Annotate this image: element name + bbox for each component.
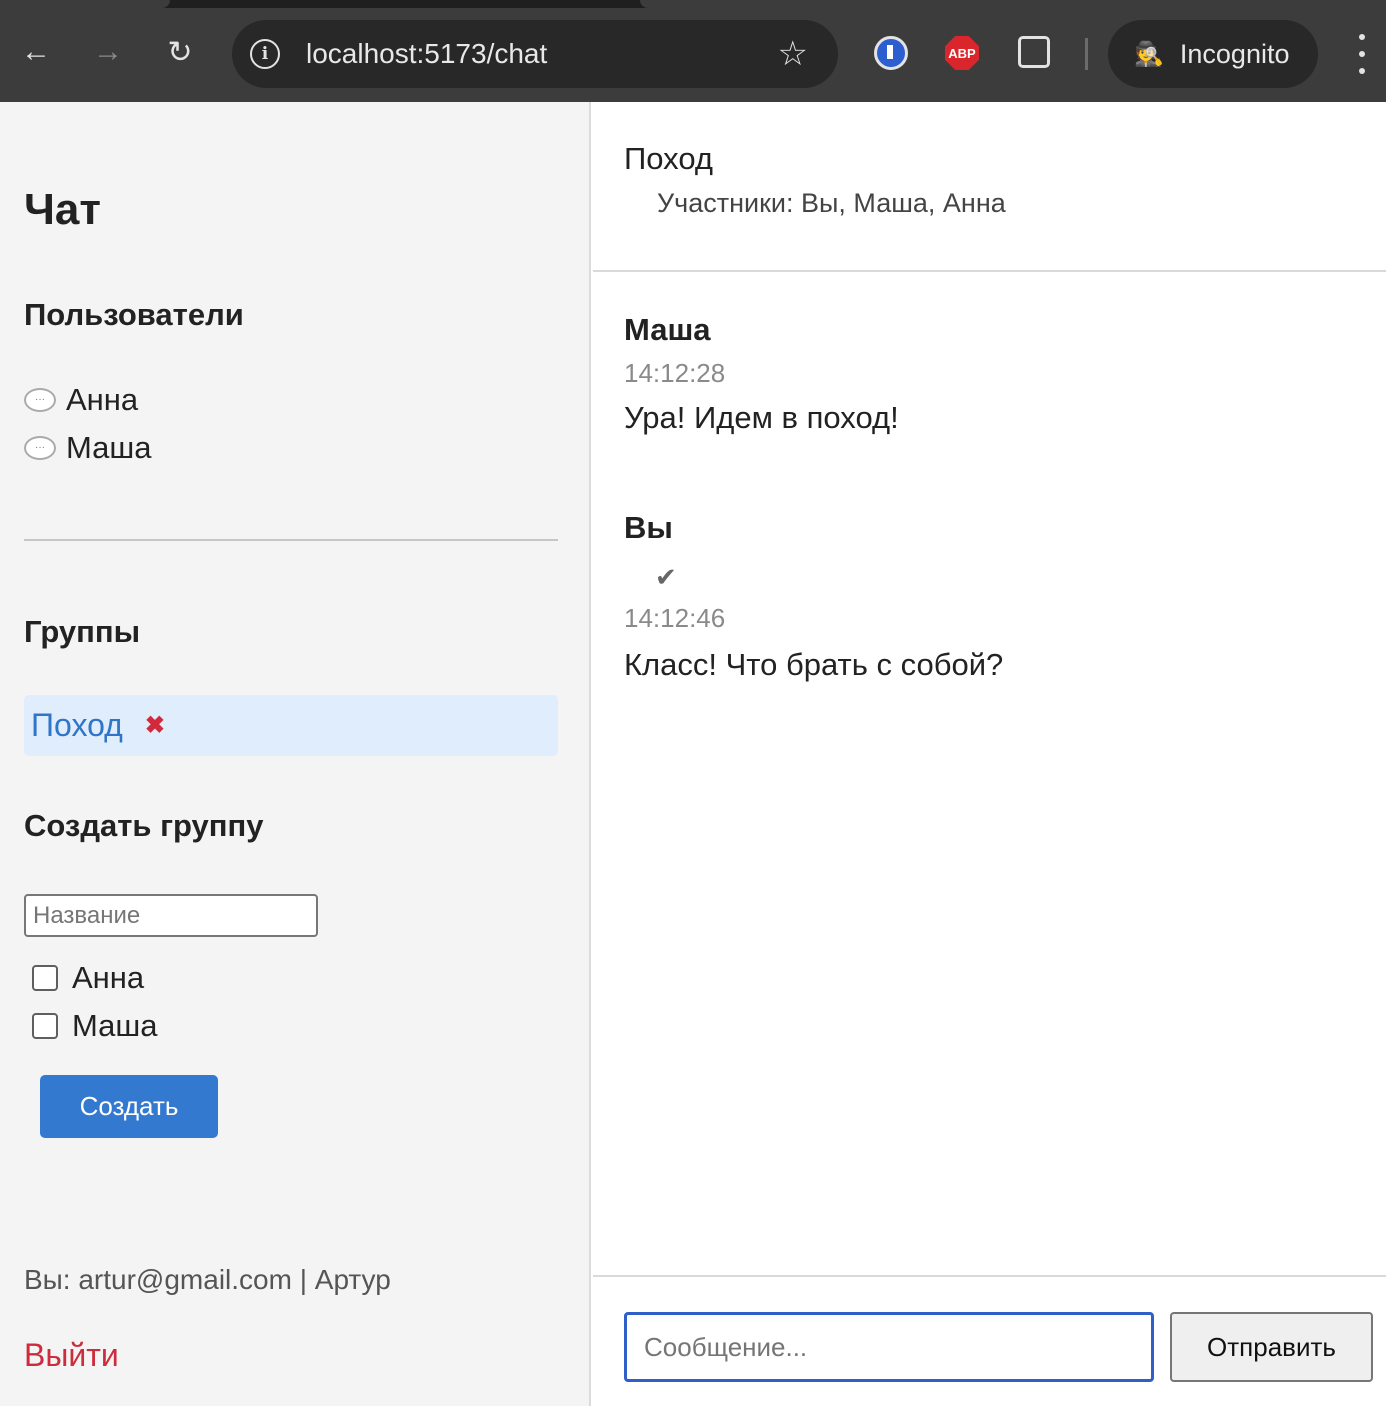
url-text[interactable]: localhost:5173/chat — [306, 36, 547, 72]
bookmark-star-icon[interactable]: ☆ — [778, 34, 808, 74]
extensions-puzzle-icon[interactable] — [1018, 36, 1050, 68]
toolbar-divider — [1085, 38, 1088, 70]
member-option-anna[interactable]: Анна — [32, 960, 144, 996]
browser-menu-icon[interactable] — [1350, 34, 1374, 74]
chat-members: Участники: Вы, Маша, Анна — [657, 188, 1006, 218]
group-name[interactable]: Поход — [31, 707, 123, 744]
create-group-heading: Создать группу — [24, 808, 264, 843]
tab-edge — [0, 0, 170, 8]
users-heading: Пользователи — [24, 297, 244, 332]
message-text: Ура! Идем в поход! — [624, 400, 899, 435]
groups-heading: Группы — [24, 614, 141, 649]
member-option-label: Маша — [72, 1008, 158, 1043]
incognito-label: Incognito — [1179, 38, 1290, 69]
user-name: Маша — [66, 430, 152, 465]
message-composer: Отправить — [593, 1275, 1386, 1406]
chat-panel: Поход Участники: Вы, Маша, Анна Маша 14:… — [593, 102, 1386, 1406]
reload-icon[interactable]: ↻ — [158, 30, 202, 74]
group-item-pokhod[interactable]: Поход ✖ — [24, 695, 558, 756]
back-arrow-icon[interactable]: ← — [14, 30, 58, 74]
password-manager-extension-icon[interactable] — [874, 36, 908, 70]
browser-toolbar: ← → ↻ i localhost:5173/chat ☆ ABP 🕵 Inco… — [0, 0, 1386, 102]
delete-group-icon[interactable]: ✖ — [145, 711, 165, 740]
sidebar: Чат Пользователи ··· Анна ··· Маша Групп… — [0, 102, 591, 1406]
user-item-masha[interactable]: ··· Маша — [24, 430, 152, 466]
message-author: Вы — [624, 510, 673, 545]
incognito-badge[interactable]: 🕵 Incognito — [1108, 20, 1318, 88]
message-read-check-icon: ✔ — [655, 562, 677, 592]
incognito-icon: 🕵 — [1134, 40, 1164, 68]
message-time: 14:12:46 — [624, 603, 726, 633]
current-user-info: Вы: artur@gmail.com | Артур — [24, 1264, 391, 1295]
member-checkbox[interactable] — [32, 965, 58, 991]
speech-bubble-icon: ··· — [24, 436, 56, 460]
app-title: Чат — [24, 185, 101, 234]
group-name-input[interactable] — [24, 894, 318, 937]
message-input[interactable] — [624, 1312, 1154, 1382]
chat-header: Поход Участники: Вы, Маша, Анна — [593, 102, 1386, 272]
adblock-extension-icon[interactable]: ABP — [945, 36, 979, 70]
site-info-icon[interactable]: i — [250, 39, 280, 69]
message-author: Маша — [624, 312, 711, 347]
message-time: 14:12:28 — [624, 358, 726, 388]
message-text: Класс! Что брать с собой? — [624, 647, 1004, 682]
forward-arrow-icon[interactable]: → — [86, 30, 130, 74]
user-name: Анна — [66, 382, 139, 417]
tab-edge — [640, 0, 1386, 8]
speech-bubble-icon: ··· — [24, 388, 56, 412]
member-option-masha[interactable]: Маша — [32, 1008, 158, 1044]
logout-link[interactable]: Выйти — [24, 1337, 119, 1374]
address-bar[interactable]: i localhost:5173/chat ☆ — [232, 20, 838, 88]
user-item-anna[interactable]: ··· Анна — [24, 382, 138, 418]
send-button[interactable]: Отправить — [1170, 1312, 1373, 1382]
sidebar-divider — [24, 539, 558, 541]
create-group-button[interactable]: Создать — [40, 1075, 218, 1138]
member-option-label: Анна — [72, 960, 145, 995]
chat-title: Поход — [624, 141, 713, 176]
member-checkbox[interactable] — [32, 1013, 58, 1039]
